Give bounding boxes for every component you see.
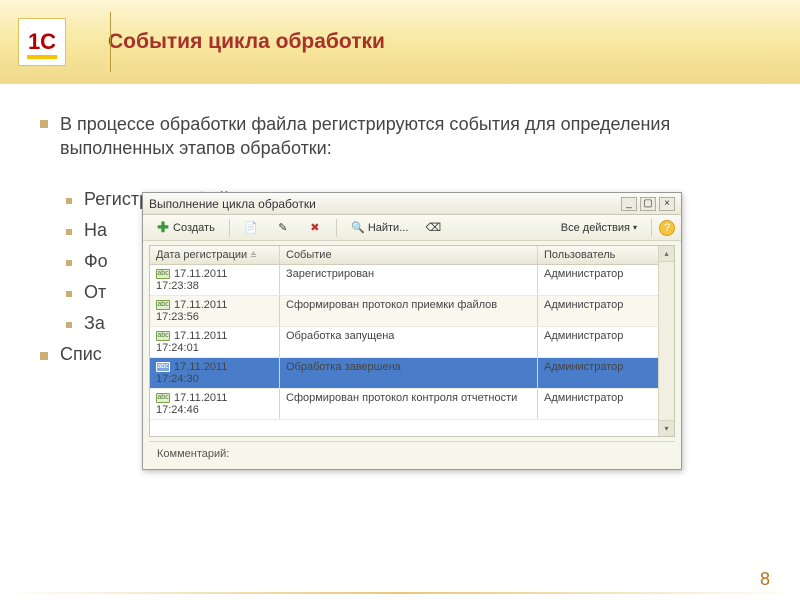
- search-icon: 🔍: [351, 221, 365, 235]
- table-row[interactable]: abc17.11.2011 17:24:46 Сформирован прото…: [150, 389, 658, 420]
- page-title: События цикла обработки: [108, 30, 385, 54]
- help-button[interactable]: ?: [659, 220, 675, 236]
- all-actions-button[interactable]: Все действия ▾: [554, 219, 644, 237]
- slide-header: 1С События цикла обработки: [0, 0, 800, 84]
- separator: [651, 219, 652, 237]
- intro-text: В процессе обработки файла регистрируютс…: [60, 112, 770, 161]
- row-icon: abc: [156, 362, 170, 372]
- bullet-text: На: [84, 220, 107, 241]
- bullet-icon: [66, 229, 72, 235]
- window-toolbar: ✚ Создать 📄 ✎ ✖ 🔍 Найти... ⌫ Все действи…: [143, 215, 681, 241]
- bullet-icon: [66, 198, 72, 204]
- logo-icon: 1С: [18, 18, 66, 66]
- separator: [336, 219, 337, 237]
- page-number: 8: [760, 569, 770, 590]
- table-row[interactable]: abc17.11.2011 17:24:01 Обработка запущен…: [150, 327, 658, 358]
- create-label: Создать: [173, 222, 215, 234]
- find-button[interactable]: 🔍 Найти...: [344, 218, 416, 238]
- delete-button[interactable]: ✖: [301, 218, 329, 238]
- bullet-text: Фо: [84, 251, 108, 272]
- chevron-down-icon: ▾: [633, 223, 637, 232]
- minimize-button[interactable]: _: [621, 197, 637, 211]
- logo-underscore: [27, 55, 57, 59]
- clear-icon: ⌫: [426, 221, 440, 235]
- copy-icon: 📄: [244, 221, 258, 235]
- scroll-down-icon[interactable]: ▾: [659, 420, 674, 436]
- plus-icon: ✚: [156, 221, 170, 235]
- sort-desc-icon: ≙: [250, 251, 257, 260]
- vertical-scrollbar[interactable]: ▴ ▾: [658, 246, 674, 436]
- app-window: Выполнение цикла обработки _ ▢ × ✚ Созда…: [142, 192, 682, 470]
- bullet-text: За: [84, 313, 105, 334]
- comment-label: Комментарий:: [157, 448, 229, 460]
- bullet-text: От: [84, 282, 106, 303]
- bullet-icon: [66, 322, 72, 328]
- window-titlebar[interactable]: Выполнение цикла обработки _ ▢ ×: [143, 193, 681, 215]
- scroll-up-icon[interactable]: ▴: [659, 246, 674, 262]
- bullet-text: Спис: [60, 344, 102, 365]
- delete-icon: ✖: [308, 221, 322, 235]
- row-icon: abc: [156, 300, 170, 310]
- row-icon: abc: [156, 269, 170, 279]
- close-button[interactable]: ×: [659, 197, 675, 211]
- bullet-icon: [66, 260, 72, 266]
- column-user[interactable]: Пользователь: [538, 246, 658, 264]
- actions-label: Все действия: [561, 222, 630, 234]
- create-button[interactable]: ✚ Создать: [149, 218, 222, 238]
- row-icon: abc: [156, 331, 170, 341]
- find-label: Найти...: [368, 222, 409, 234]
- column-date[interactable]: Дата регистрации ≙: [150, 246, 280, 264]
- copy-button[interactable]: 📄: [237, 218, 265, 238]
- logo-text: 1С: [28, 29, 56, 55]
- table-row[interactable]: abc17.11.2011 17:23:56 Сформирован прото…: [150, 296, 658, 327]
- clear-search-button[interactable]: ⌫: [419, 218, 447, 238]
- window-title: Выполнение цикла обработки: [149, 197, 316, 211]
- footer-divider: [0, 592, 800, 594]
- grid: Дата регистрации ≙ Событие Пользователь …: [149, 245, 675, 437]
- grid-header: Дата регистрации ≙ Событие Пользователь: [150, 246, 658, 265]
- maximize-button[interactable]: ▢: [640, 197, 656, 211]
- separator: [229, 219, 230, 237]
- edit-button[interactable]: ✎: [269, 218, 297, 238]
- table-row[interactable]: abc17.11.2011 17:24:30 Обработка заверше…: [150, 358, 658, 389]
- edit-icon: ✎: [276, 221, 290, 235]
- row-icon: abc: [156, 393, 170, 403]
- bullet-icon: [66, 291, 72, 297]
- header-divider: [110, 12, 111, 72]
- bullet-icon: [40, 120, 48, 128]
- window-footer: Комментарий:: [149, 441, 675, 465]
- column-event[interactable]: Событие: [280, 246, 538, 264]
- bullet-icon: [40, 352, 48, 360]
- table-row[interactable]: abc17.11.2011 17:23:38 Зарегистрирован А…: [150, 265, 658, 296]
